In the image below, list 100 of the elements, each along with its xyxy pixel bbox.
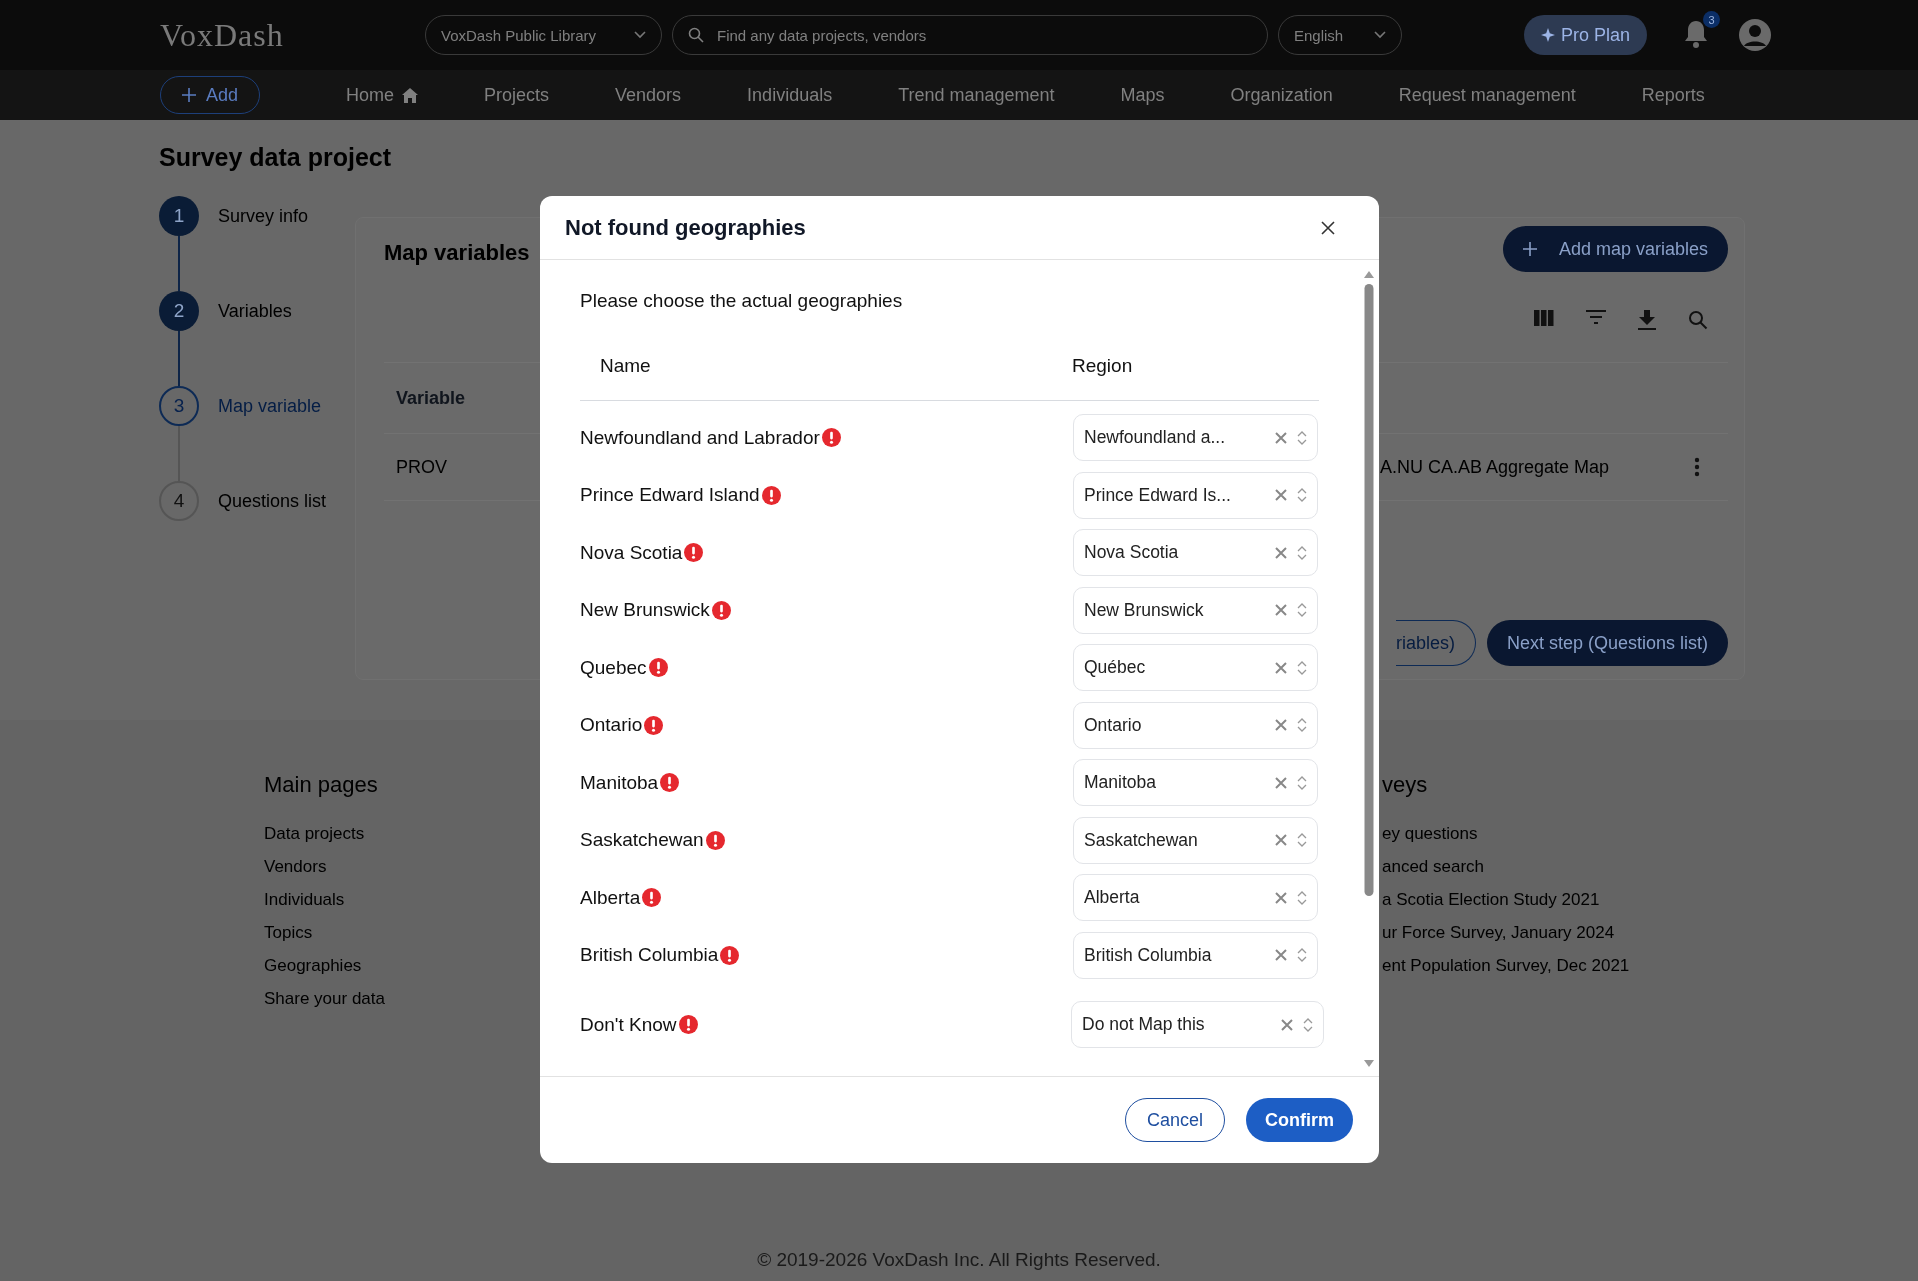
clear-icon[interactable]: [1275, 949, 1287, 962]
up-down-icon: [1297, 487, 1307, 504]
geography-name: Saskatchewan: [580, 829, 704, 852]
region-select[interactable]: Québec: [1073, 644, 1318, 692]
footer-link[interactable]: ent Population Survey, Dec 2021: [1382, 956, 1630, 989]
step-number: 2: [159, 291, 199, 331]
geography-name: New Brunswick: [580, 599, 710, 622]
clear-icon[interactable]: [1275, 834, 1287, 847]
geography-name: Quebec: [580, 656, 647, 679]
search-icon[interactable]: [1688, 310, 1708, 330]
geography-name: Don't Know: [580, 1013, 677, 1036]
step-label[interactable]: Map variable: [218, 386, 322, 481]
download-icon[interactable]: [1638, 310, 1656, 330]
pro-plan-button[interactable]: Pro Plan: [1524, 15, 1647, 55]
clear-icon[interactable]: [1275, 776, 1287, 789]
plus-icon: [182, 88, 196, 102]
clear-icon[interactable]: [1275, 431, 1287, 444]
column-header: Name: [599, 355, 652, 377]
next-step-button[interactable]: Next step (Questions list): [1486, 620, 1728, 666]
clear-icon[interactable]: [1275, 489, 1287, 502]
footer-link[interactable]: Geographies: [264, 956, 362, 989]
more-icon[interactable]: [1694, 457, 1700, 477]
nav-item[interactable]: Vendors: [615, 84, 682, 106]
confirm-button[interactable]: Confirm: [1246, 1098, 1353, 1142]
footer-link[interactable]: anced search: [1382, 857, 1485, 890]
step-number: 4: [159, 481, 199, 521]
columns-icon[interactable]: [1534, 310, 1554, 326]
footer-link[interactable]: a Scotia Election Study 2021: [1382, 890, 1600, 923]
region-select[interactable]: Newfoundland a...: [1073, 414, 1318, 462]
up-down-icon: [1297, 832, 1307, 849]
up-down-icon: [1297, 544, 1307, 561]
plus-icon: [1522, 242, 1537, 256]
clear-icon[interactable]: [1281, 1018, 1293, 1031]
step-number: 3: [159, 386, 199, 426]
footer-link[interactable]: ey questions: [1382, 824, 1478, 857]
sparkle-icon: [1540, 28, 1555, 42]
footer-link[interactable]: Topics: [264, 923, 313, 956]
dialog-title: Not found geographies: [565, 214, 806, 241]
region-select[interactable]: Ontario: [1073, 701, 1318, 749]
footer-link[interactable]: ur Force Survey, January 2024: [1382, 923, 1615, 956]
up-down-icon: [1297, 429, 1307, 446]
filter-icon[interactable]: [1586, 310, 1606, 324]
step-label[interactable]: Questions list: [218, 481, 327, 576]
geography-name: Manitoba: [580, 771, 659, 794]
nav-item[interactable]: Reports: [1641, 84, 1705, 106]
region-select[interactable]: Saskatchewan: [1073, 816, 1318, 864]
clear-icon[interactable]: [1275, 604, 1287, 617]
clear-icon[interactable]: [1275, 661, 1287, 674]
footer-link[interactable]: Vendors: [264, 857, 327, 890]
region-select[interactable]: Nova Scotia: [1073, 529, 1318, 577]
clear-icon[interactable]: [1275, 891, 1287, 904]
up-down-icon: [1297, 947, 1307, 964]
logo[interactable]: VoxDash: [160, 16, 425, 54]
chevron-down-icon: [1374, 31, 1386, 39]
clear-icon[interactable]: [1275, 719, 1287, 732]
region-select[interactable]: Prince Edward Is...: [1073, 471, 1318, 519]
up-down-icon: [1297, 659, 1307, 676]
home-icon: [402, 87, 418, 103]
nav-item[interactable]: Maps: [1120, 84, 1165, 106]
footer-link[interactable]: Individuals: [264, 890, 345, 923]
geography-name: Nova Scotia: [580, 541, 683, 564]
region-select[interactable]: New Brunswick: [1073, 586, 1318, 634]
cancel-button[interactable]: Cancel: [1125, 1098, 1225, 1142]
step-label[interactable]: Variables: [218, 291, 292, 386]
geography-name: Newfoundland and Labrador: [580, 426, 820, 449]
avatar-icon[interactable]: [1738, 18, 1772, 52]
footer-link[interactable]: Data projects: [264, 824, 365, 857]
footer-heading: veys: [1382, 772, 1428, 798]
language-select[interactable]: English: [1278, 15, 1402, 55]
step-label[interactable]: Survey info: [218, 196, 309, 291]
up-down-icon: [1297, 717, 1307, 734]
table-cell-text: PROV: [395, 456, 448, 478]
copyright-text: © 2019-2026 VoxDash Inc. All Rights Reserved.: [756, 1249, 1162, 1271]
region-select[interactable]: Alberta: [1073, 874, 1318, 922]
clear-icon[interactable]: [1275, 546, 1287, 559]
library-select[interactable]: VoxDash Public Library: [425, 15, 662, 55]
bell-icon[interactable]: [1682, 19, 1710, 49]
instruction-text: Please choose the actual geographies: [580, 289, 904, 313]
search-field[interactable]: Find any data projects, vendors: [672, 15, 1268, 55]
column-header: Variable: [395, 387, 466, 409]
nav-item[interactable]: Home: [346, 84, 418, 106]
nav-item[interactable]: Projects: [484, 84, 550, 106]
page-title: Survey data project: [159, 142, 392, 173]
region-select[interactable]: British Columbia: [1073, 931, 1318, 979]
footer-link[interactable]: Share your data: [264, 989, 385, 1022]
up-down-icon: [1303, 1016, 1313, 1033]
geography-name: Alberta: [580, 886, 641, 909]
nav-item[interactable]: Trend management: [898, 84, 1055, 106]
nav-item[interactable]: Individuals: [747, 84, 833, 106]
nav-item[interactable]: Request management: [1398, 84, 1576, 106]
chevron-down-icon: [634, 31, 646, 39]
search-icon: [688, 27, 704, 43]
column-header: Region: [1071, 355, 1134, 377]
region-select[interactable]: Do not Map this: [1071, 1001, 1324, 1049]
table-cell: A.NU CA.AB Aggregate Map: [1380, 456, 1610, 478]
region-select[interactable]: Manitoba: [1073, 759, 1318, 807]
up-down-icon: [1297, 602, 1307, 619]
footer-heading: Main pages: [264, 772, 378, 798]
add-map-variables-button[interactable]: Add map variables: [1502, 226, 1728, 272]
nav-item[interactable]: Organization: [1230, 84, 1333, 106]
